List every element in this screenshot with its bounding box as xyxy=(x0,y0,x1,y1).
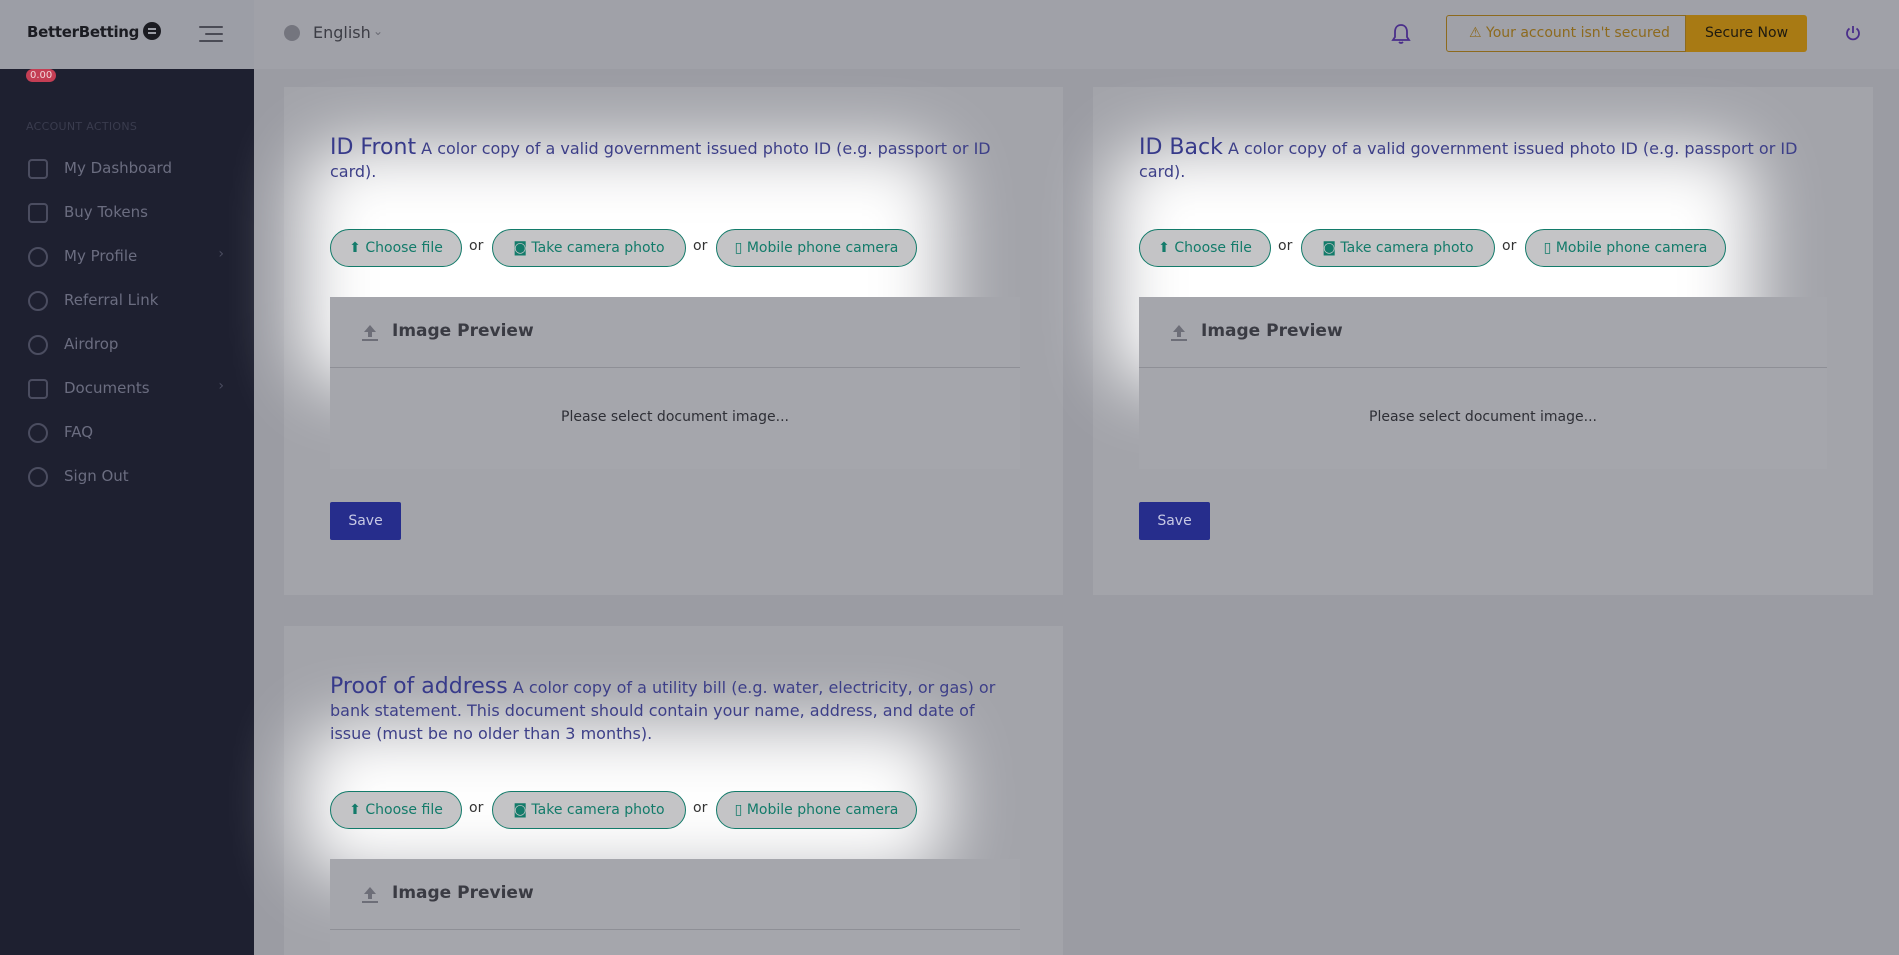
card-heading: ID Back xyxy=(1139,135,1223,160)
user-icon xyxy=(28,247,48,267)
cloud-download-icon xyxy=(28,335,48,355)
sidebar-section-label: ACCOUNT ACTIONS xyxy=(26,120,138,133)
proof-of-address-card: Proof of address A color copy of a utili… xyxy=(284,626,1063,955)
bell-icon[interactable] xyxy=(1391,23,1411,45)
sidebar-item-airdrop[interactable]: Airdrop xyxy=(28,333,224,357)
choose-file-label: Choose file xyxy=(365,240,443,256)
or-separator: or xyxy=(1502,238,1517,254)
or-separator: or xyxy=(469,800,484,816)
image-preview-title: Image Preview xyxy=(392,321,534,341)
chevron-right-icon: › xyxy=(218,246,224,262)
choose-file-label: Choose file xyxy=(1174,240,1252,256)
mobile-phone-camera-button[interactable]: ▯ Mobile phone camera xyxy=(716,791,917,829)
or-separator: or xyxy=(693,238,708,254)
card-heading: Proof of address xyxy=(330,674,508,699)
card-heading: ID Front xyxy=(330,135,417,160)
take-photo-label: Take camera photo xyxy=(531,802,665,818)
image-preview-panel: Image Preview Please select document ima… xyxy=(330,297,1020,469)
brand-area: BetterBetting xyxy=(0,0,254,69)
brand-name: BetterBetting xyxy=(27,23,140,41)
preview-placeholder: Please select document image... xyxy=(561,409,789,425)
language-selector[interactable]: English xyxy=(313,23,371,42)
or-separator: or xyxy=(1278,238,1293,254)
warning-icon: ⚠ xyxy=(1469,25,1482,41)
take-photo-label: Take camera photo xyxy=(1340,240,1474,256)
image-preview-title: Image Preview xyxy=(392,883,534,903)
card-title: ID Back A color copy of a valid governme… xyxy=(1139,136,1829,183)
warning-text: Your account isn't secured xyxy=(1486,25,1670,41)
or-separator: or xyxy=(469,238,484,254)
mobile-phone-camera-button[interactable]: ▯ Mobile phone camera xyxy=(716,229,917,267)
balance-badge: 0.00 xyxy=(26,69,57,82)
link-icon xyxy=(28,291,48,311)
mobile-camera-label: Mobile phone camera xyxy=(746,240,899,256)
sidebar-item-label: Sign Out xyxy=(64,467,129,485)
sidebar-item-referral-link[interactable]: Referral Link xyxy=(28,289,224,313)
dashboard-icon xyxy=(28,159,48,179)
sidebar-item-dashboard[interactable]: My Dashboard xyxy=(28,157,224,181)
card-description: A color copy of a valid government issue… xyxy=(330,139,991,181)
choose-file-button[interactable]: ⬆ Choose file xyxy=(330,229,462,267)
image-preview-header: Image Preview xyxy=(330,297,1020,368)
sidebar: BetterBetting 0.00 ACCOUNT ACTIONS My Da… xyxy=(0,0,254,955)
choose-file-button[interactable]: ⬆ Choose file xyxy=(1139,229,1271,267)
take-camera-photo-button[interactable]: ◙ Take camera photo xyxy=(1301,229,1495,267)
id-front-card: ID Front A color copy of a valid governm… xyxy=(284,87,1063,595)
sidebar-item-label: Referral Link xyxy=(64,291,159,309)
mobile-camera-label: Mobile phone camera xyxy=(1555,240,1708,256)
upload-options: ⬆ Choose file or ◙ Take camera photo or … xyxy=(330,229,930,267)
money-icon xyxy=(28,203,48,223)
sidebar-item-label: Airdrop xyxy=(64,335,119,353)
card-description: A color copy of a valid government issue… xyxy=(1139,139,1798,181)
save-button[interactable]: Save xyxy=(1139,502,1210,540)
sidebar-item-documents[interactable]: Documents › xyxy=(28,377,224,401)
image-preview-panel: Image Preview xyxy=(330,859,1020,955)
sidebar-item-sign-out[interactable]: Sign Out xyxy=(28,465,224,489)
image-preview-header: Image Preview xyxy=(1139,297,1827,368)
take-camera-photo-button[interactable]: ◙ Take camera photo xyxy=(492,229,686,267)
choose-file-button[interactable]: ⬆ Choose file xyxy=(330,791,462,829)
chevron-down-icon[interactable]: ⌄ xyxy=(373,24,383,38)
save-button[interactable]: Save xyxy=(330,502,401,540)
chevron-right-icon: › xyxy=(218,378,224,394)
upload-icon xyxy=(362,887,378,903)
sidebar-item-buy-tokens[interactable]: Buy Tokens xyxy=(28,201,224,225)
upload-options: ⬆ Choose file or ◙ Take camera photo or … xyxy=(1139,229,1739,267)
take-camera-photo-button[interactable]: ◙ Take camera photo xyxy=(492,791,686,829)
menu-toggle-icon[interactable] xyxy=(199,26,223,42)
brand-mark-icon xyxy=(143,22,162,40)
sidebar-item-label: FAQ xyxy=(64,423,94,441)
card-title: Proof of address A color copy of a utili… xyxy=(330,675,1020,745)
or-separator: or xyxy=(693,800,708,816)
power-icon xyxy=(28,467,48,487)
document-icon xyxy=(28,379,48,399)
preview-placeholder: Please select document image... xyxy=(1369,409,1597,425)
mobile-phone-camera-button[interactable]: ▯ Mobile phone camera xyxy=(1525,229,1726,267)
power-icon[interactable] xyxy=(1845,25,1861,41)
secure-now-button[interactable]: Secure Now xyxy=(1686,15,1807,52)
id-back-card: ID Back A color copy of a valid governme… xyxy=(1093,87,1873,595)
upload-options: ⬆ Choose file or ◙ Take camera photo or … xyxy=(330,791,930,829)
account-warning: ⚠ Your account isn't secured xyxy=(1446,15,1686,52)
sidebar-item-faq[interactable]: FAQ xyxy=(28,421,224,445)
take-photo-label: Take camera photo xyxy=(531,240,665,256)
sidebar-item-label: My Profile xyxy=(64,247,138,265)
sidebar-item-my-profile[interactable]: My Profile › xyxy=(28,245,224,269)
card-title: ID Front A color copy of a valid governm… xyxy=(330,136,1020,183)
question-icon xyxy=(28,423,48,443)
choose-file-label: Choose file xyxy=(365,802,443,818)
brand-logo[interactable]: BetterBetting xyxy=(27,22,162,41)
mobile-camera-label: Mobile phone camera xyxy=(746,802,899,818)
image-preview-panel: Image Preview Please select document ima… xyxy=(1139,297,1827,469)
upload-icon xyxy=(1171,325,1187,341)
upload-icon xyxy=(362,325,378,341)
image-preview-title: Image Preview xyxy=(1201,321,1343,341)
sidebar-item-label: Documents xyxy=(64,379,150,397)
sidebar-item-label: My Dashboard xyxy=(64,159,172,177)
image-preview-header: Image Preview xyxy=(330,859,1020,930)
globe-icon xyxy=(284,25,300,41)
sidebar-item-label: Buy Tokens xyxy=(64,203,148,221)
